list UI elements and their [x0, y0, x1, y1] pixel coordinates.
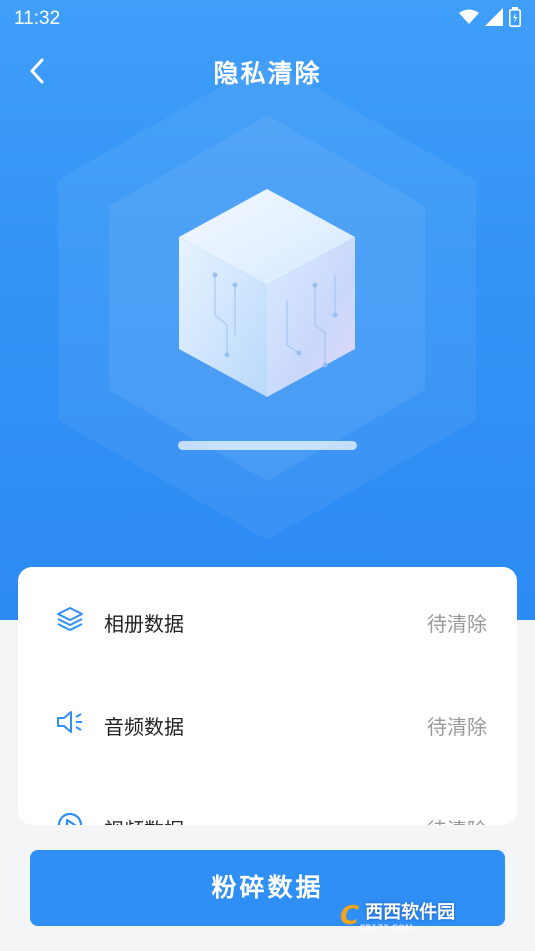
watermark-texts: 西西软件园 CR173.COM — [359, 898, 455, 934]
wifi-icon — [459, 9, 479, 24]
battery-icon — [509, 7, 521, 27]
watermark-subtext: CR173.COM — [359, 924, 413, 934]
status-icons — [459, 7, 521, 27]
list-item-label: 音频数据 — [104, 717, 184, 739]
status-bar: 11:32 — [0, 0, 535, 36]
list-item-audio[interactable]: 音频数据 待清除 — [18, 692, 517, 752]
watermark-logo-letter: C — [340, 901, 360, 931]
data-category-list: 相册数据 待清除 音频数据 待清除 视频数据 待清除 — [18, 567, 517, 825]
list-item-status: 待清除 — [427, 717, 487, 739]
speaker-icon — [54, 706, 86, 738]
page-title: 隐私清除 — [213, 60, 322, 88]
header: 隐私清除 — [0, 44, 535, 96]
watermark-icon: C — [340, 901, 359, 931]
data-cube-illustration — [179, 189, 355, 397]
list-item-photos[interactable]: 相册数据 待清除 — [18, 589, 517, 649]
signal-icon — [485, 8, 503, 26]
list-item-status: 待清除 — [427, 614, 487, 636]
watermark-text: 西西软件园 — [365, 902, 456, 923]
status-time: 11:32 — [14, 8, 61, 29]
list-item-label: 相册数据 — [104, 614, 184, 636]
list-item-status: 待清除 — [427, 814, 487, 825]
list-item-label: 视频数据 — [104, 814, 184, 825]
scan-progress-bar — [178, 441, 357, 450]
watermark-logo: C 西西软件园 CR173.COM — [340, 898, 455, 934]
play-circle-icon — [54, 809, 86, 825]
layers-icon — [54, 603, 86, 635]
list-item-video[interactable]: 视频数据 待清除 — [18, 795, 517, 825]
